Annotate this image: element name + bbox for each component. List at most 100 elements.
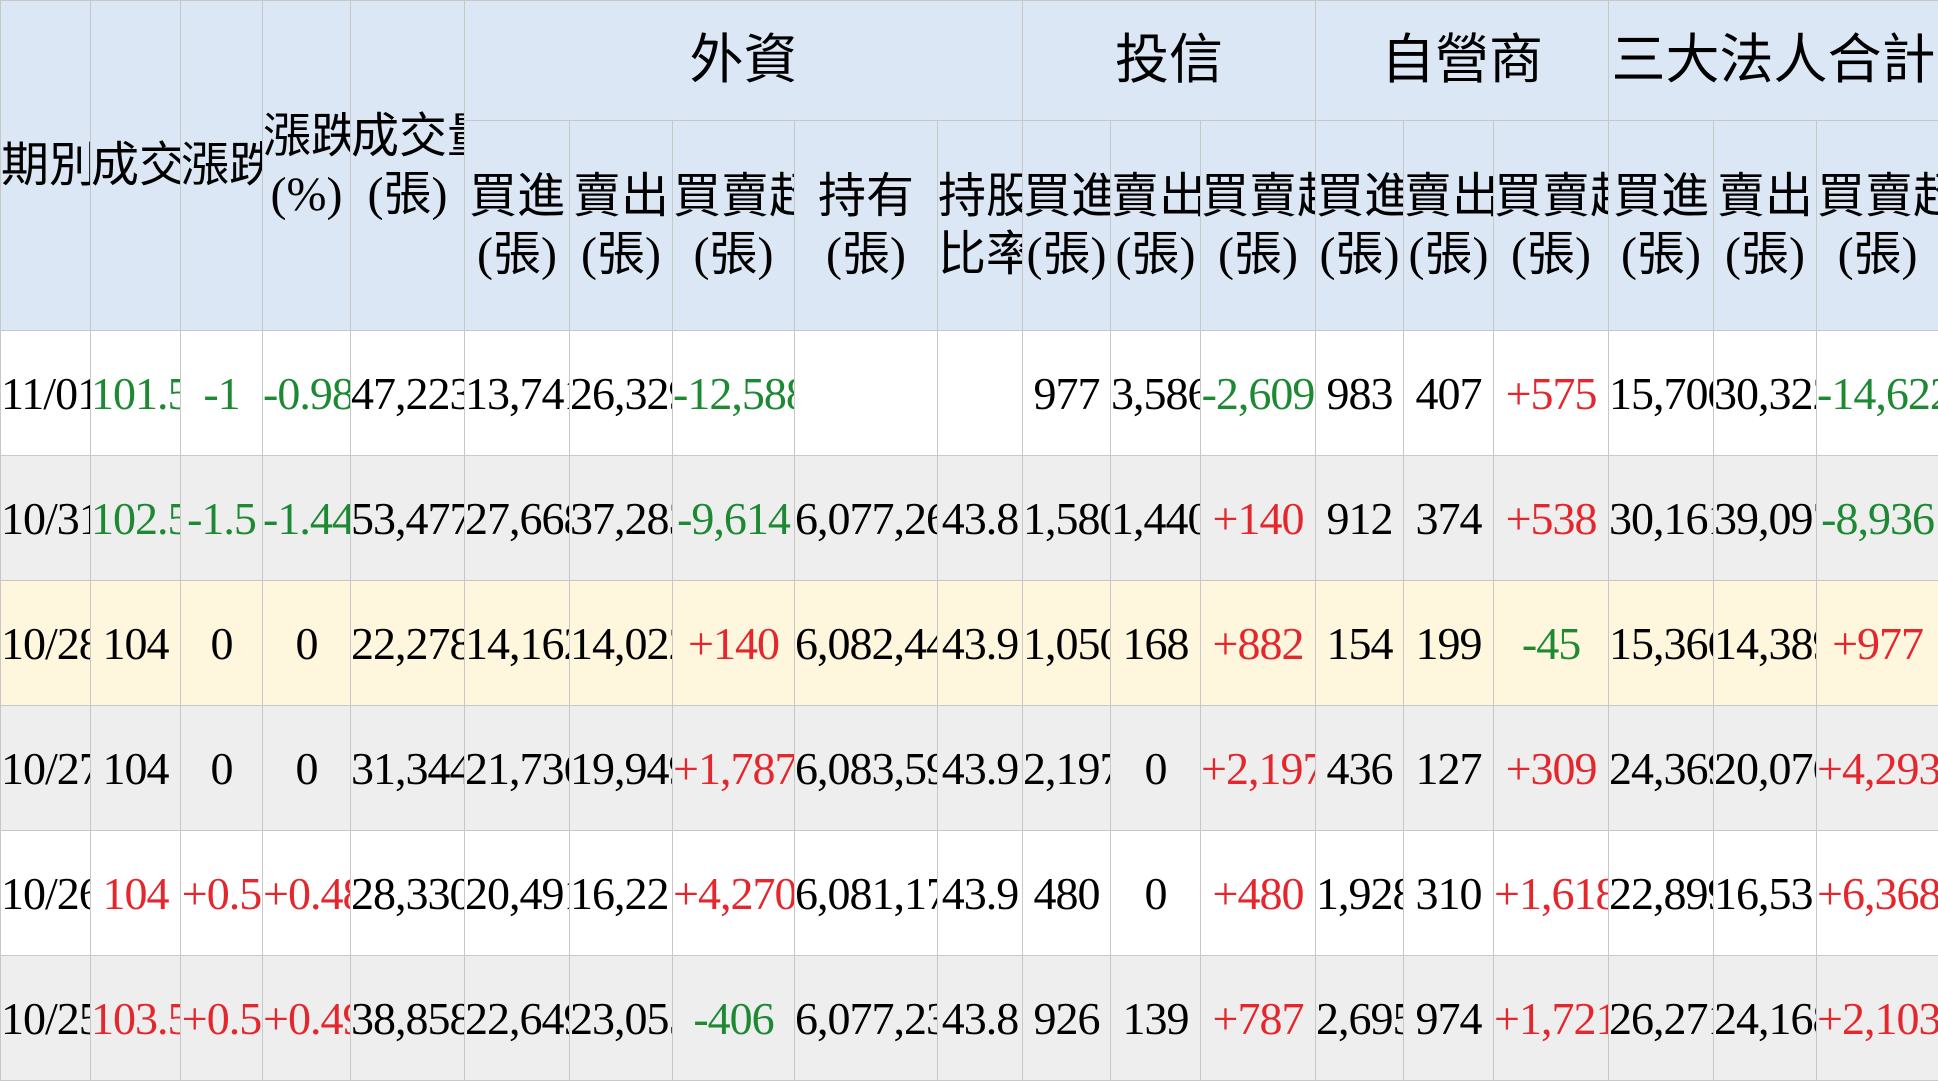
cell-foreign-hold: 6,077,263 [795,456,938,581]
cell-total-buy: 24,369 [1609,706,1714,831]
cell-foreign-net: +4,270 [673,831,795,956]
cell-period: 10/26 [1,831,91,956]
cell-foreign-ratio: 43.8 [938,956,1023,1081]
cell-trust-sell: 1,440 [1111,456,1201,581]
label-hold: 持有 [795,168,937,226]
cell-total-buy: 22,899 [1609,831,1714,956]
header-row-groups: 期別 成交 漲跌 漲跌 (%) 成交量 (張) 外資 投信 自營商 三大法人合計 [1,1,1938,121]
cell-dealer-net: -45 [1494,581,1609,706]
cell-total-sell: 14,389 [1714,581,1817,706]
cell-dealer-net: +575 [1494,331,1609,456]
cell-dealer-sell: 127 [1404,706,1494,831]
cell-trust-sell: 168 [1111,581,1201,706]
cell-change: 0 [181,706,263,831]
col-change: 漲跌 [181,1,263,331]
cell-dealer-sell: 407 [1404,331,1494,456]
cell-volume: 53,477 [351,456,465,581]
cell-change-pct: +0.49 [263,956,351,1081]
cell-foreign-hold [795,331,938,456]
cell-foreign-net: +140 [673,581,795,706]
cell-close: 104 [91,581,181,706]
col-foreign-sell: 賣出(張) [570,121,673,331]
cell-trust-net: +787 [1201,956,1316,1081]
cell-foreign-ratio: 43.9 [938,831,1023,956]
col-total-net: 買賣超(張) [1817,121,1938,331]
label-unit: (張) [465,226,569,284]
label-unit: (張) [1316,226,1403,284]
cell-dealer-buy: 436 [1316,706,1404,831]
cell-trust-buy: 2,197 [1023,706,1111,831]
cell-change: -1.5 [181,456,263,581]
label-buy: 買進 [1316,168,1403,226]
cell-foreign-net: -9,614 [673,456,795,581]
cell-dealer-net: +1,721 [1494,956,1609,1081]
cell-dealer-buy: 983 [1316,331,1404,456]
col-dealer-sell: 賣出(張) [1404,121,1494,331]
label-sell: 賣出 [1714,168,1816,226]
label-buy: 買進 [1023,168,1110,226]
cell-change-pct: -1.44 [263,456,351,581]
institutional-trading-table: 期別 成交 漲跌 漲跌 (%) 成交量 (張) 外資 投信 自營商 三大法人合計… [0,0,1938,1081]
cell-trust-net: +2,197 [1201,706,1316,831]
col-change-pct: 漲跌 (%) [263,1,351,331]
cell-dealer-net: +1,618 [1494,831,1609,956]
cell-dealer-buy: 154 [1316,581,1404,706]
cell-foreign-ratio: 43.9 [938,581,1023,706]
col-trust-sell: 賣出(張) [1111,121,1201,331]
cell-change-pct: -0.98 [263,331,351,456]
cell-dealer-net: +538 [1494,456,1609,581]
cell-trust-net: -2,609 [1201,331,1316,456]
cell-foreign-buy: 22,649 [465,956,570,1081]
col-volume: 成交量 (張) [351,1,465,331]
cell-total-sell: 39,097 [1714,456,1817,581]
cell-total-net: +2,103 [1817,956,1938,1081]
table-row: 10/26 104 +0.5 +0.48 28,330 20,491 16,22… [1,831,1938,956]
cell-foreign-sell: 37,283 [570,456,673,581]
cell-close: 104 [91,831,181,956]
cell-foreign-hold: 6,083,597 [795,706,938,831]
cell-trust-sell: 0 [1111,831,1201,956]
label-ratio-1: 持股 [938,168,1022,226]
cell-trust-buy: 926 [1023,956,1111,1081]
cell-trust-buy: 480 [1023,831,1111,956]
cell-volume: 31,344 [351,706,465,831]
table-row: 10/25 103.5 +0.5 +0.49 38,858 22,649 23,… [1,956,1938,1081]
col-trust-buy: 買進(張) [1023,121,1111,331]
cell-total-net: -8,936 [1817,456,1938,581]
cell-period: 10/31 [1,456,91,581]
label-sell: 賣出 [570,168,672,226]
col-total-buy: 買進(張) [1609,121,1714,331]
col-foreign-buy: 買進(張) [465,121,570,331]
col-foreign-hold: 持有(張) [795,121,938,331]
cell-trust-sell: 139 [1111,956,1201,1081]
cell-close: 101.5 [91,331,181,456]
cell-foreign-buy: 27,668 [465,456,570,581]
cell-trust-buy: 1,580 [1023,456,1111,581]
cell-dealer-sell: 199 [1404,581,1494,706]
cell-change-pct: 0 [263,706,351,831]
group-dealer: 自營商 [1316,1,1609,121]
col-volume-line2: (張) [351,166,464,224]
col-dealer-buy: 買進(張) [1316,121,1404,331]
cell-period: 10/28 [1,581,91,706]
cell-total-net: +977 [1817,581,1938,706]
cell-total-sell: 24,168 [1714,956,1817,1081]
cell-dealer-sell: 310 [1404,831,1494,956]
table-row: 11/01 101.5 -1 -0.98 47,223 13,741 26,32… [1,331,1938,456]
cell-close: 103.5 [91,956,181,1081]
cell-foreign-sell: 26,329 [570,331,673,456]
table-row: 10/31 102.5 -1.5 -1.44 53,477 27,668 37,… [1,456,1938,581]
label-unit: (張) [1201,226,1315,284]
cell-foreign-net: -406 [673,956,795,1081]
cell-change-pct: +0.48 [263,831,351,956]
cell-dealer-buy: 1,928 [1316,831,1404,956]
cell-close: 102.5 [91,456,181,581]
label-unit: (張) [1404,226,1493,284]
col-foreign-net: 買賣超(張) [673,121,795,331]
label-unit: (張) [1609,226,1713,284]
cell-change: +0.5 [181,831,263,956]
cell-foreign-ratio: 43.9 [938,706,1023,831]
cell-foreign-buy: 13,741 [465,331,570,456]
cell-trust-buy: 1,050 [1023,581,1111,706]
cell-foreign-net: -12,588 [673,331,795,456]
